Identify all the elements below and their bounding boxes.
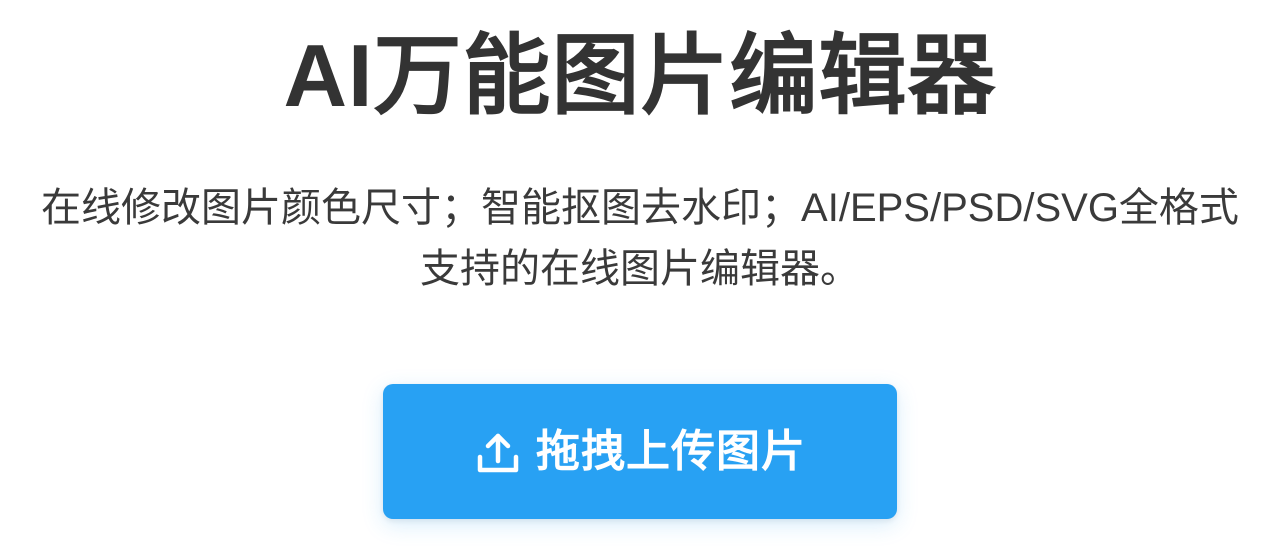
page-title: AI万能图片编辑器	[283, 26, 997, 125]
upload-icon	[474, 428, 522, 476]
upload-image-button[interactable]: 拖拽上传图片	[383, 384, 897, 519]
page-subtitle: 在线修改图片颜色尺寸；智能抠图去水印；AI/EPS/PSD/SVG全格式支持的在…	[41, 186, 1239, 291]
landing-page: AI万能图片编辑器 在线修改图片颜色尺寸；智能抠图去水印；AI/EPS/PSD/…	[0, 0, 1280, 547]
upload-button-label: 拖拽上传图片	[536, 426, 806, 476]
